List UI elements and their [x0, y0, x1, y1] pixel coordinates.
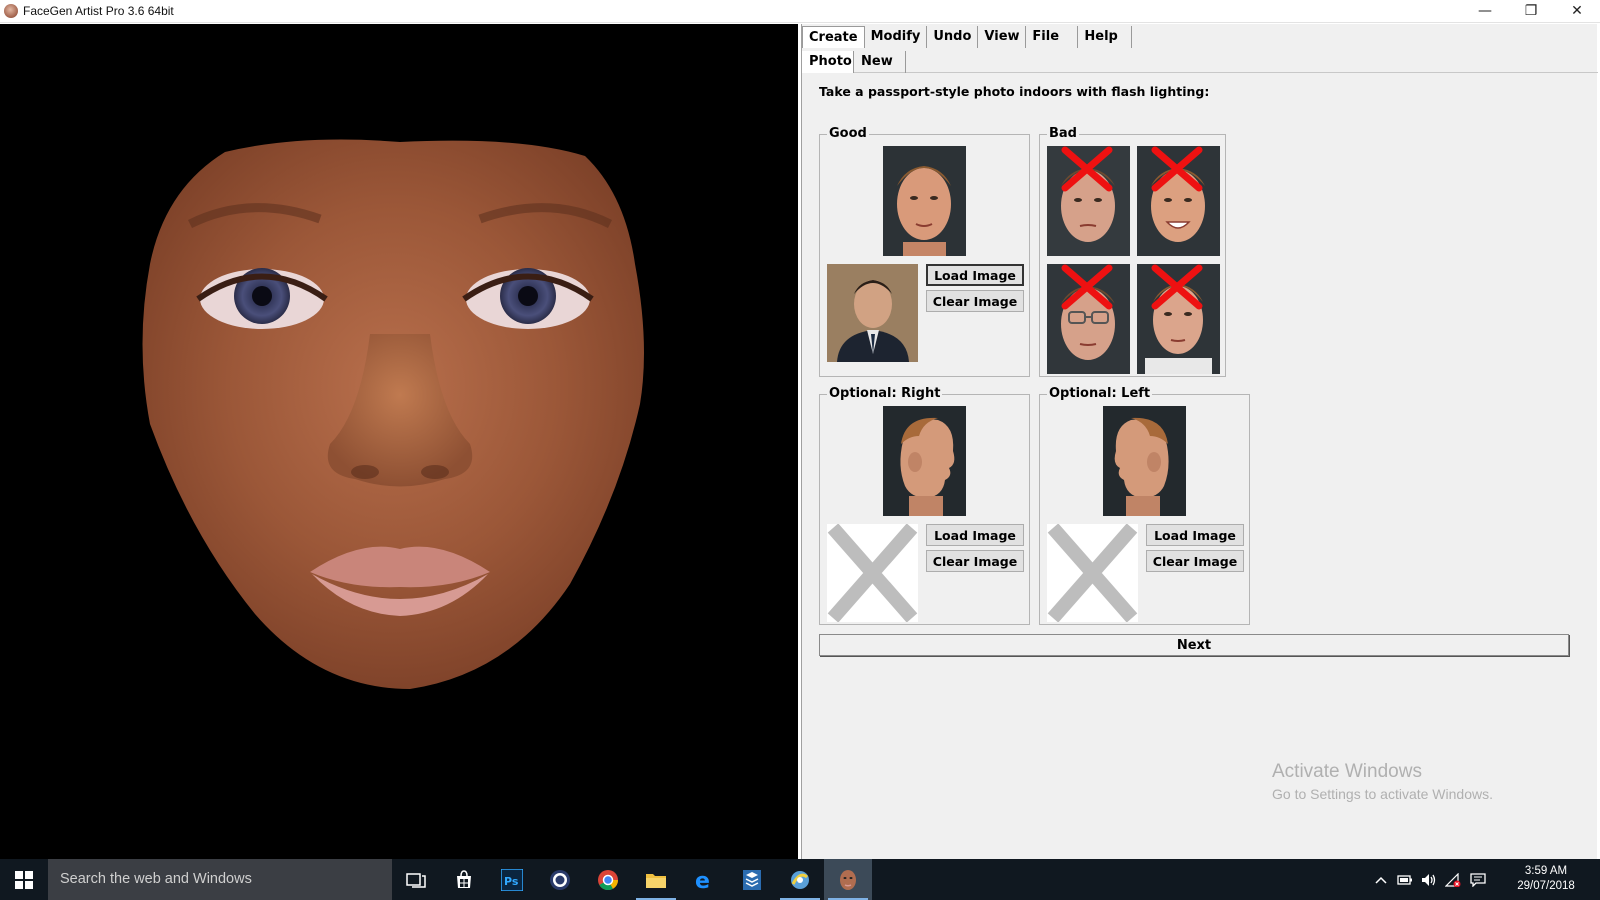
face-3d-viewport[interactable]	[0, 24, 798, 859]
task-view-icon[interactable]	[392, 859, 440, 900]
load-image-left-button[interactable]: Load Image	[1146, 524, 1244, 546]
next-button[interactable]: Next	[819, 634, 1569, 656]
left-placeholder-image	[1047, 524, 1138, 622]
bad-label: Bad	[1047, 126, 1079, 142]
bad-example-photo-1	[1047, 146, 1130, 256]
facegen-taskbar-icon[interactable]	[824, 859, 872, 900]
title-bar: FaceGen Artist Pro 3.6 64bit — ❐ ✕	[0, 0, 1600, 23]
cinema4d-icon[interactable]	[536, 859, 584, 900]
clock-date: 29/07/2018	[1517, 880, 1575, 892]
optional-left-label: Optional: Left	[1047, 386, 1153, 402]
chrome-icon[interactable]	[584, 859, 632, 900]
right-profile-example-photo	[883, 406, 966, 516]
load-image-right-button[interactable]: Load Image	[926, 524, 1024, 546]
show-hidden-icons-chevron-up-icon[interactable]	[1370, 859, 1392, 900]
sub-tabs: Photo New	[802, 51, 1598, 73]
optional-right-label: Optional: Right	[827, 386, 943, 402]
facegen-app-icon	[4, 4, 18, 18]
tab-view[interactable]: View	[978, 26, 1027, 48]
edge-icon[interactable]: e	[680, 859, 728, 900]
windows-logo-icon	[15, 870, 33, 889]
store-icon[interactable]	[440, 859, 488, 900]
tab-help[interactable]: Help	[1078, 26, 1133, 48]
tab-modify[interactable]: Modify	[865, 26, 928, 48]
taskbar: Search the web and Windows Ps e 3:59 AM …	[0, 859, 1600, 900]
menu-tabs: Create Modify Undo View File Help	[802, 26, 1133, 48]
network-disconnected-icon[interactable]	[1442, 859, 1464, 900]
subtab-new[interactable]: New	[854, 51, 906, 73]
file-explorer-icon[interactable]	[632, 859, 680, 900]
subtab-photo[interactable]: Photo	[802, 51, 854, 73]
taskbar-search-input[interactable]: Search the web and Windows	[48, 859, 392, 900]
clear-image-front-button[interactable]: Clear Image	[926, 290, 1024, 312]
close-button[interactable]: ✕	[1554, 0, 1600, 22]
action-center-notification-icon[interactable]	[1466, 859, 1490, 900]
good-label: Good	[827, 126, 869, 142]
tab-file[interactable]: File	[1026, 26, 1079, 48]
activate-windows-title: Activate Windows	[1272, 761, 1422, 782]
load-image-front-button[interactable]: Load Image	[926, 264, 1024, 286]
svg-text:e: e	[695, 869, 710, 891]
start-button[interactable]	[0, 859, 48, 900]
tab-create[interactable]: Create	[802, 26, 865, 48]
minimize-button[interactable]: —	[1462, 0, 1508, 22]
face-render	[142, 139, 644, 689]
loaded-front-photo	[827, 264, 918, 362]
clear-image-right-button[interactable]: Clear Image	[926, 550, 1024, 572]
photoshop-icon[interactable]: Ps	[488, 859, 536, 900]
app-icon[interactable]	[776, 859, 824, 900]
taskbar-clock[interactable]: 3:59 AM 29/07/2018	[1511, 864, 1581, 894]
clock-time: 3:59 AM	[1524, 865, 1568, 877]
clear-image-left-button[interactable]: Clear Image	[1146, 550, 1244, 572]
volume-icon[interactable]	[1418, 859, 1440, 900]
bad-example-photo-3	[1047, 264, 1130, 374]
create-panel: Create Modify Undo View File Help Photo …	[801, 24, 1598, 859]
tab-undo[interactable]: Undo	[927, 26, 979, 48]
left-profile-example-photo	[1103, 406, 1186, 516]
optional-left-group: Optional: Left Load Image Clear Image	[1039, 386, 1250, 625]
right-placeholder-image	[827, 524, 918, 622]
svg-text:Ps: Ps	[504, 875, 519, 888]
bad-example-photo-2	[1137, 146, 1220, 256]
optional-right-group: Optional: Right Load Image Clear Image	[819, 386, 1030, 625]
power-battery-icon[interactable]	[1394, 859, 1416, 900]
bad-example-photo-4	[1137, 264, 1220, 374]
instruction-text: Take a passport-style photo indoors with…	[819, 84, 1210, 99]
activate-windows-subtitle: Go to Settings to activate Windows.	[1272, 786, 1493, 802]
window-title: FaceGen Artist Pro 3.6 64bit	[23, 4, 174, 18]
good-example-photo	[883, 146, 966, 256]
stack-app-icon[interactable]	[728, 859, 776, 900]
restore-button[interactable]: ❐	[1508, 0, 1554, 22]
bad-group: Bad	[1039, 126, 1226, 377]
good-group: Good Load Image Clear Image	[819, 126, 1030, 377]
